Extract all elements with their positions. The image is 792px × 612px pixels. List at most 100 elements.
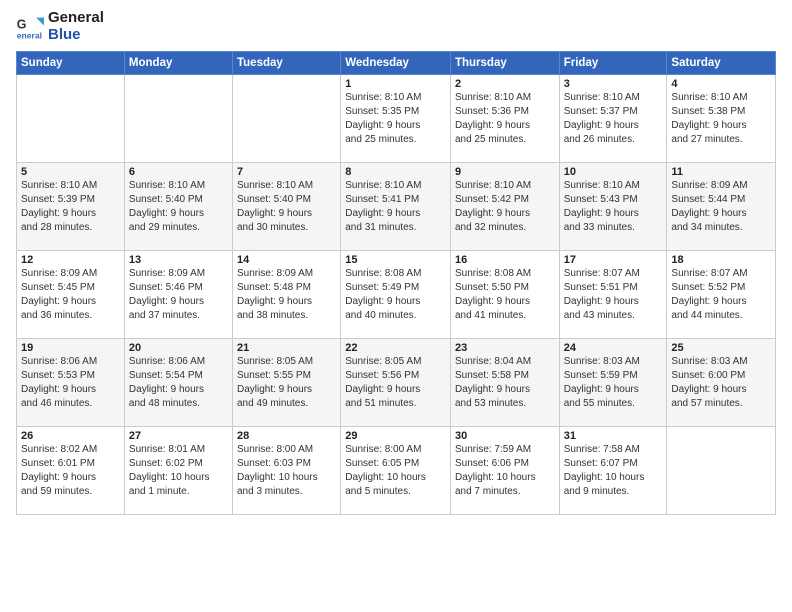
- day-info: Sunrise: 8:04 AM Sunset: 5:58 PM Dayligh…: [455, 355, 555, 411]
- day-info: Sunrise: 8:10 AM Sunset: 5:42 PM Dayligh…: [455, 179, 555, 235]
- calendar-week-1: 1Sunrise: 8:10 AM Sunset: 5:35 PM Daylig…: [17, 75, 776, 163]
- svg-text:eneral: eneral: [17, 30, 42, 40]
- weekday-header-wednesday: Wednesday: [341, 52, 451, 75]
- day-info: Sunrise: 8:09 AM Sunset: 5:48 PM Dayligh…: [237, 267, 336, 323]
- calendar-week-3: 12Sunrise: 8:09 AM Sunset: 5:45 PM Dayli…: [17, 251, 776, 339]
- day-info: Sunrise: 8:10 AM Sunset: 5:39 PM Dayligh…: [21, 179, 120, 235]
- day-info: Sunrise: 8:07 AM Sunset: 5:51 PM Dayligh…: [564, 267, 663, 323]
- day-info: Sunrise: 8:09 AM Sunset: 5:44 PM Dayligh…: [671, 179, 771, 235]
- calendar-cell: 27Sunrise: 8:01 AM Sunset: 6:02 PM Dayli…: [124, 427, 232, 515]
- calendar-cell: 7Sunrise: 8:10 AM Sunset: 5:40 PM Daylig…: [232, 163, 340, 251]
- logo: G eneral General Blue: [16, 10, 104, 43]
- day-number: 22: [345, 342, 446, 354]
- calendar-cell: 25Sunrise: 8:03 AM Sunset: 6:00 PM Dayli…: [667, 339, 776, 427]
- day-number: 6: [129, 166, 228, 178]
- weekday-header-sunday: Sunday: [17, 52, 125, 75]
- calendar-cell: 30Sunrise: 7:59 AM Sunset: 6:06 PM Dayli…: [450, 427, 559, 515]
- day-info: Sunrise: 7:59 AM Sunset: 6:06 PM Dayligh…: [455, 443, 555, 499]
- calendar-cell: 17Sunrise: 8:07 AM Sunset: 5:51 PM Dayli…: [559, 251, 667, 339]
- calendar-cell: 31Sunrise: 7:58 AM Sunset: 6:07 PM Dayli…: [559, 427, 667, 515]
- day-number: 20: [129, 342, 228, 354]
- calendar-cell: [124, 75, 232, 163]
- calendar-cell: 4Sunrise: 8:10 AM Sunset: 5:38 PM Daylig…: [667, 75, 776, 163]
- calendar-table: SundayMondayTuesdayWednesdayThursdayFrid…: [16, 51, 776, 515]
- day-number: 16: [455, 254, 555, 266]
- calendar-cell: 5Sunrise: 8:10 AM Sunset: 5:39 PM Daylig…: [17, 163, 125, 251]
- day-info: Sunrise: 8:08 AM Sunset: 5:49 PM Dayligh…: [345, 267, 446, 323]
- weekday-header-row: SundayMondayTuesdayWednesdayThursdayFrid…: [17, 52, 776, 75]
- day-info: Sunrise: 8:00 AM Sunset: 6:05 PM Dayligh…: [345, 443, 446, 499]
- calendar-week-2: 5Sunrise: 8:10 AM Sunset: 5:39 PM Daylig…: [17, 163, 776, 251]
- day-info: Sunrise: 8:10 AM Sunset: 5:36 PM Dayligh…: [455, 91, 555, 147]
- calendar-cell: 19Sunrise: 8:06 AM Sunset: 5:53 PM Dayli…: [17, 339, 125, 427]
- day-number: 15: [345, 254, 446, 266]
- day-info: Sunrise: 8:10 AM Sunset: 5:41 PM Dayligh…: [345, 179, 446, 235]
- calendar-cell: 10Sunrise: 8:10 AM Sunset: 5:43 PM Dayli…: [559, 163, 667, 251]
- day-info: Sunrise: 8:05 AM Sunset: 5:56 PM Dayligh…: [345, 355, 446, 411]
- calendar-cell: 28Sunrise: 8:00 AM Sunset: 6:03 PM Dayli…: [232, 427, 340, 515]
- day-info: Sunrise: 8:10 AM Sunset: 5:40 PM Dayligh…: [237, 179, 336, 235]
- day-number: 27: [129, 430, 228, 442]
- day-info: Sunrise: 8:08 AM Sunset: 5:50 PM Dayligh…: [455, 267, 555, 323]
- day-number: 31: [564, 430, 663, 442]
- calendar-cell: 26Sunrise: 8:02 AM Sunset: 6:01 PM Dayli…: [17, 427, 125, 515]
- day-number: 3: [564, 78, 663, 90]
- day-number: 18: [671, 254, 771, 266]
- day-number: 11: [671, 166, 771, 178]
- calendar-cell: 8Sunrise: 8:10 AM Sunset: 5:41 PM Daylig…: [341, 163, 451, 251]
- calendar-week-4: 19Sunrise: 8:06 AM Sunset: 5:53 PM Dayli…: [17, 339, 776, 427]
- calendar-cell: 6Sunrise: 8:10 AM Sunset: 5:40 PM Daylig…: [124, 163, 232, 251]
- calendar-cell: 1Sunrise: 8:10 AM Sunset: 5:35 PM Daylig…: [341, 75, 451, 163]
- calendar-cell: [17, 75, 125, 163]
- calendar-cell: 29Sunrise: 8:00 AM Sunset: 6:05 PM Dayli…: [341, 427, 451, 515]
- logo-blue-text: Blue: [48, 27, 104, 44]
- day-info: Sunrise: 8:03 AM Sunset: 5:59 PM Dayligh…: [564, 355, 663, 411]
- day-number: 14: [237, 254, 336, 266]
- calendar-cell: 23Sunrise: 8:04 AM Sunset: 5:58 PM Dayli…: [450, 339, 559, 427]
- calendar-cell: 12Sunrise: 8:09 AM Sunset: 5:45 PM Dayli…: [17, 251, 125, 339]
- day-number: 7: [237, 166, 336, 178]
- calendar-cell: 24Sunrise: 8:03 AM Sunset: 5:59 PM Dayli…: [559, 339, 667, 427]
- day-info: Sunrise: 8:10 AM Sunset: 5:43 PM Dayligh…: [564, 179, 663, 235]
- day-info: Sunrise: 8:10 AM Sunset: 5:37 PM Dayligh…: [564, 91, 663, 147]
- day-info: Sunrise: 8:10 AM Sunset: 5:40 PM Dayligh…: [129, 179, 228, 235]
- header: G eneral General Blue: [16, 10, 776, 43]
- weekday-header-monday: Monday: [124, 52, 232, 75]
- day-info: Sunrise: 7:58 AM Sunset: 6:07 PM Dayligh…: [564, 443, 663, 499]
- calendar-cell: 13Sunrise: 8:09 AM Sunset: 5:46 PM Dayli…: [124, 251, 232, 339]
- calendar-cell: [667, 427, 776, 515]
- logo-icon: G eneral: [16, 13, 44, 41]
- day-number: 23: [455, 342, 555, 354]
- day-number: 19: [21, 342, 120, 354]
- day-info: Sunrise: 8:05 AM Sunset: 5:55 PM Dayligh…: [237, 355, 336, 411]
- calendar-cell: 14Sunrise: 8:09 AM Sunset: 5:48 PM Dayli…: [232, 251, 340, 339]
- day-number: 5: [21, 166, 120, 178]
- day-info: Sunrise: 8:01 AM Sunset: 6:02 PM Dayligh…: [129, 443, 228, 499]
- calendar-cell: 11Sunrise: 8:09 AM Sunset: 5:44 PM Dayli…: [667, 163, 776, 251]
- day-number: 9: [455, 166, 555, 178]
- calendar-cell: 15Sunrise: 8:08 AM Sunset: 5:49 PM Dayli…: [341, 251, 451, 339]
- calendar-cell: 9Sunrise: 8:10 AM Sunset: 5:42 PM Daylig…: [450, 163, 559, 251]
- day-number: 10: [564, 166, 663, 178]
- day-info: Sunrise: 8:00 AM Sunset: 6:03 PM Dayligh…: [237, 443, 336, 499]
- day-number: 29: [345, 430, 446, 442]
- calendar-cell: 18Sunrise: 8:07 AM Sunset: 5:52 PM Dayli…: [667, 251, 776, 339]
- calendar-cell: 2Sunrise: 8:10 AM Sunset: 5:36 PM Daylig…: [450, 75, 559, 163]
- day-info: Sunrise: 8:06 AM Sunset: 5:53 PM Dayligh…: [21, 355, 120, 411]
- day-number: 4: [671, 78, 771, 90]
- weekday-header-saturday: Saturday: [667, 52, 776, 75]
- logo-general-text: General: [48, 10, 104, 27]
- weekday-header-tuesday: Tuesday: [232, 52, 340, 75]
- day-number: 1: [345, 78, 446, 90]
- day-info: Sunrise: 8:03 AM Sunset: 6:00 PM Dayligh…: [671, 355, 771, 411]
- day-number: 25: [671, 342, 771, 354]
- calendar-cell: [232, 75, 340, 163]
- day-number: 13: [129, 254, 228, 266]
- calendar-cell: 16Sunrise: 8:08 AM Sunset: 5:50 PM Dayli…: [450, 251, 559, 339]
- svg-text:G: G: [17, 17, 27, 31]
- day-number: 21: [237, 342, 336, 354]
- day-number: 28: [237, 430, 336, 442]
- calendar-week-5: 26Sunrise: 8:02 AM Sunset: 6:01 PM Dayli…: [17, 427, 776, 515]
- day-info: Sunrise: 8:10 AM Sunset: 5:35 PM Dayligh…: [345, 91, 446, 147]
- day-number: 2: [455, 78, 555, 90]
